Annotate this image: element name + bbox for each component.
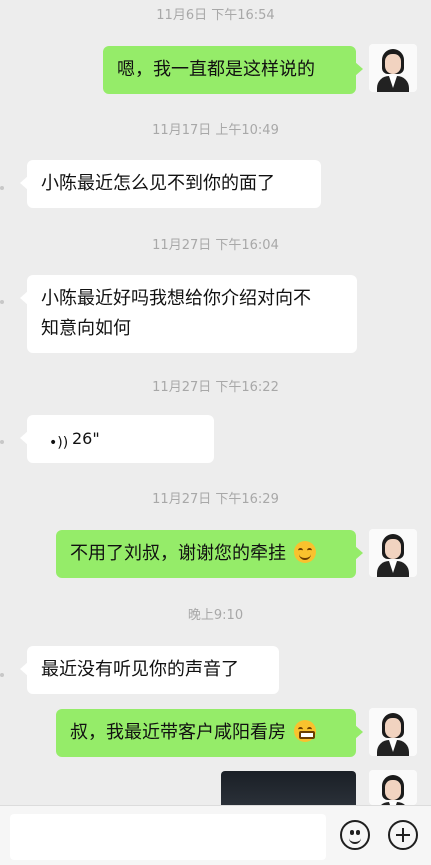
voice-wave-icon: •)): [49, 435, 69, 451]
message-text: 小陈最近好吗我想给你介绍对向不: [41, 288, 311, 309]
timestamp: 11月17日 上午10:49: [152, 123, 279, 138]
message-text: 小陈最近怎么见不到你的面了: [41, 173, 275, 194]
message-text: 最近没有听见你的声音了: [41, 659, 239, 680]
smile-emoji-icon: [293, 541, 316, 563]
grin-emoji-icon: [293, 720, 316, 742]
video-message-thumbnail[interactable]: [221, 771, 356, 805]
message-text: 嗯，我一直都是这样说的: [117, 59, 315, 80]
incoming-message[interactable]: 最近没有听见你的声音了: [20, 646, 279, 694]
my-avatar[interactable]: [369, 529, 417, 577]
left-avatar-edge: [0, 300, 4, 304]
outgoing-message[interactable]: 叔，我最近带客户咸阳看房: [56, 709, 363, 757]
voice-message[interactable]: •)) 26": [20, 415, 214, 463]
outgoing-message[interactable]: 嗯，我一直都是这样说的: [103, 46, 363, 94]
left-avatar-edge: [0, 186, 4, 190]
message-text: 知意向如何: [41, 318, 131, 339]
left-avatar-edge: [0, 673, 4, 677]
message-text: 不用了刘叔，谢谢您的牵挂: [70, 543, 286, 564]
plus-icon[interactable]: [388, 820, 418, 850]
my-avatar[interactable]: [369, 770, 417, 805]
input-bar: [0, 805, 431, 865]
timestamp: 11月27日 下午16:22: [152, 380, 279, 395]
emoji-icon[interactable]: [340, 820, 370, 850]
message-input[interactable]: [10, 814, 326, 860]
timestamp: 11月27日 下午16:29: [152, 492, 279, 507]
my-avatar[interactable]: [369, 708, 417, 756]
voice-duration: 26": [72, 429, 100, 448]
incoming-message[interactable]: 小陈最近怎么见不到你的面了: [20, 160, 321, 208]
timestamp: 11月27日 下午16:04: [152, 238, 279, 253]
incoming-message[interactable]: 小陈最近好吗我想给你介绍对向不 知意向如何: [20, 275, 357, 353]
timestamp: 晚上9:10: [187, 608, 244, 623]
timestamp: 11月6日 下午16:54: [156, 8, 275, 23]
message-text: 叔，我最近带客户咸阳看房: [70, 722, 286, 743]
outgoing-message[interactable]: 不用了刘叔，谢谢您的牵挂: [56, 530, 363, 578]
my-avatar[interactable]: [369, 44, 417, 92]
left-avatar-edge: [0, 440, 4, 444]
